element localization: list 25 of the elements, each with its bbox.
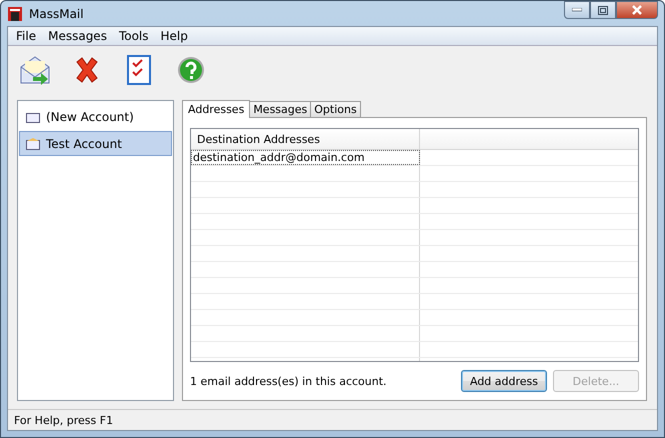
tab[interactable]: Messages [249,101,312,117]
tab[interactable]: Addresses [182,100,250,118]
menu-item[interactable]: Help [154,29,194,43]
maximize-button[interactable] [590,1,616,19]
envelope-icon [26,138,40,150]
account-name: (New Account) [46,110,134,124]
account-item[interactable]: (New Account) [19,104,172,129]
table-cell[interactable]: destination_addr@domain.com [191,150,420,165]
menu-item[interactable]: Tools [112,29,155,43]
app-icon [7,6,23,22]
close-icon [631,5,643,15]
status-bar: For Help, press F1 [8,409,657,430]
address-count: 1 email address(es) in this account. [190,374,388,388]
maximize-icon [598,6,608,14]
minimize-button[interactable] [564,1,590,19]
add-address-button[interactable]: Add address [461,370,547,392]
menu-item[interactable]: File [10,29,42,43]
account-name: Test Account [46,136,122,150]
close-button[interactable] [616,1,658,19]
envelope-icon [26,110,40,122]
menu-item[interactable]: Messages [42,29,113,43]
account-item[interactable]: Test Account [19,131,172,156]
minimize-icon [572,8,582,12]
window-title: MassMail [29,6,84,20]
tab[interactable]: Options [310,101,361,117]
